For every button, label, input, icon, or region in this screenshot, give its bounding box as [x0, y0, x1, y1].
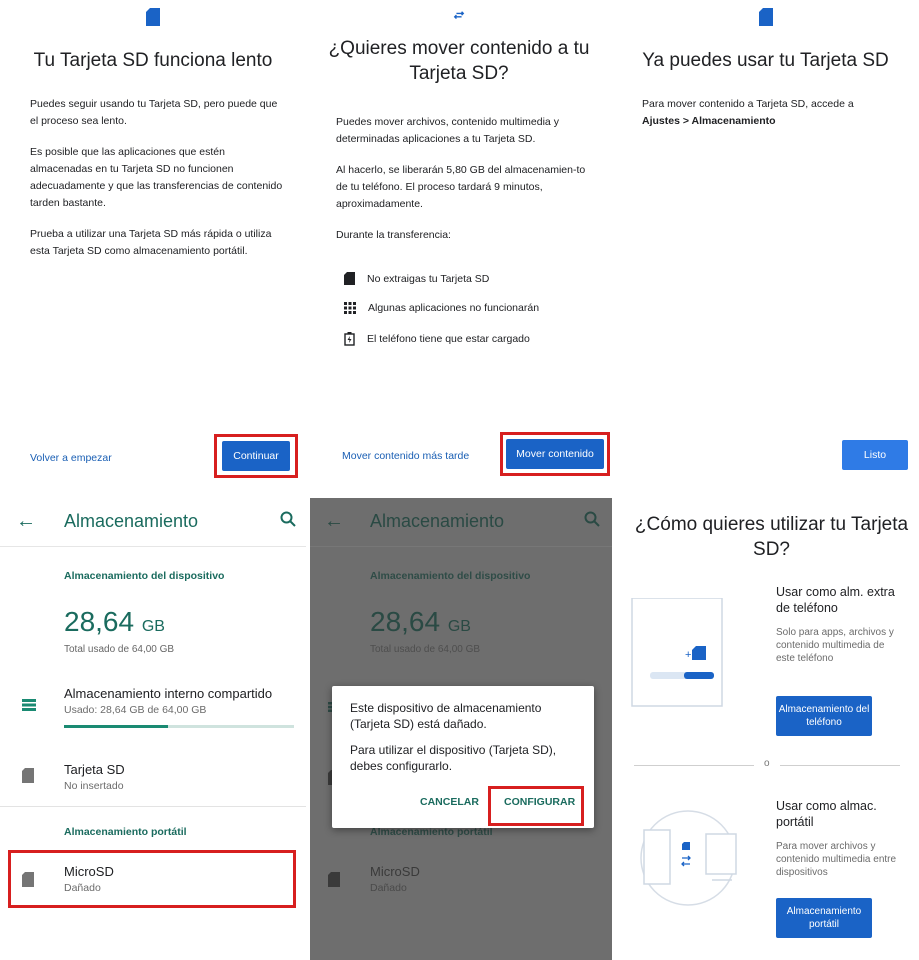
- portable-storage-illustration: [640, 810, 737, 906]
- back-arrow-icon[interactable]: ←: [324, 510, 344, 533]
- panel-storage-dialog: ← Almacenamiento Almacenamiento del disp…: [310, 498, 612, 960]
- paragraph: Durante la transferencia:: [336, 229, 451, 241]
- sd-card-icon: [328, 872, 340, 887]
- item-title: Tarjeta SD: [64, 762, 125, 777]
- paragraph: Prueba a utilizar una Tarjeta SD más ráp…: [30, 228, 272, 257]
- restart-button[interactable]: Volver a empezar: [30, 452, 112, 464]
- list-storage-icon: [22, 699, 36, 711]
- search-icon[interactable]: [584, 511, 600, 527]
- page-title: Ya puedes usar tu Tarjeta SD: [642, 50, 889, 71]
- panel-ready: Ya puedes usar tu Tarjeta SD Para mover …: [612, 0, 919, 490]
- body-text: Para mover contenido a Tarjeta SD, acced…: [642, 96, 897, 130]
- used-unit: GB: [141, 618, 165, 635]
- panel-choose-usage: ¿Cómo quieres utilizar tu Tarjeta SD? + …: [616, 498, 919, 960]
- section-header: Almacenamiento del dispositivo: [64, 570, 225, 582]
- list-item-text: Algunas aplicaciones no funcionarán: [368, 302, 540, 314]
- option-title: Usar como almac. portátil: [776, 799, 877, 829]
- sd-card-icon: [22, 768, 34, 783]
- sd-card-icon: [146, 8, 160, 26]
- portable-storage-button[interactable]: Almacenamiento portátil: [776, 898, 872, 938]
- panel-sd-slow: Tu Tarjeta SD funciona lento Puedes segu…: [0, 0, 306, 490]
- option-title: Usar como alm. extra de teléfono: [776, 585, 895, 615]
- divider: [780, 765, 900, 766]
- panel-storage: ← Almacenamiento Almacenamiento del disp…: [0, 498, 306, 960]
- item-title: MicroSD: [370, 864, 420, 879]
- page-title: ¿Cómo quieres utilizar tu Tarjeta SD?: [634, 514, 909, 560]
- paragraph: Para mover contenido a Tarjeta SD, acced…: [642, 98, 854, 110]
- option-description: Solo para apps, archivos y contenido mul…: [776, 627, 894, 664]
- list-item: El teléfono tiene que estar cargado: [344, 332, 530, 346]
- svg-text:+: +: [685, 649, 691, 661]
- item-subtitle: No insertado: [64, 780, 124, 792]
- item-subtitle: Dañado: [370, 882, 407, 894]
- section-header: Almacenamiento portátil: [64, 826, 187, 838]
- dialog-message: Este dispositivo de almacenamiento (Tarj…: [350, 701, 542, 731]
- highlight-box: [8, 850, 296, 908]
- app-bar-title: Almacenamiento: [64, 511, 199, 531]
- transfer-arrows-icon: [453, 11, 465, 20]
- dialog-message: Para utilizar el dispositivo (Tarjeta SD…: [350, 743, 557, 773]
- used-total: Total usado de 64,00 GB: [370, 644, 481, 655]
- panel-move-content: ¿Quieres mover contenido a tu Tarjeta SD…: [306, 0, 612, 490]
- used-unit: GB: [447, 618, 471, 635]
- back-arrow-icon[interactable]: ←: [16, 510, 36, 533]
- section-header: Almacenamiento del dispositivo: [370, 570, 531, 582]
- storage-progress-fill: [64, 725, 168, 728]
- page-title: ¿Quieres mover contenido a tu Tarjeta SD…: [328, 38, 590, 84]
- move-later-button[interactable]: Mover contenido más tarde: [342, 450, 469, 462]
- divider: [634, 765, 754, 766]
- page-title: Tu Tarjeta SD funciona lento: [33, 50, 273, 71]
- highlight-box: [214, 434, 298, 478]
- body-text: Puedes mover archivos, contenido multime…: [336, 114, 590, 258]
- or-separator: o: [764, 758, 770, 769]
- used-storage-value: 28,64 GB: [64, 606, 165, 638]
- body-text: Puedes seguir usando tu Tarjeta SD, pero…: [30, 96, 284, 274]
- list-item: No extraigas tu Tarjeta SD: [344, 272, 489, 285]
- highlight-box: [500, 432, 610, 476]
- app-bar: ← Almacenamiento: [0, 498, 306, 547]
- battery-charging-icon: [344, 332, 355, 346]
- used-total: Total usado de 64,00 GB: [64, 644, 175, 655]
- highlight-box: [488, 786, 584, 826]
- list-item: Algunas aplicaciones no funcionarán: [344, 302, 539, 314]
- cancel-button[interactable]: CANCELAR: [420, 796, 479, 808]
- settings-path: Ajustes > Almacenamiento: [642, 115, 776, 127]
- app-bar-title: Almacenamiento: [370, 511, 505, 531]
- app-bar: ← Almacenamiento: [310, 498, 612, 547]
- paragraph: Al hacerlo, se liberarán 5,80 GB del alm…: [336, 164, 586, 210]
- used-value: 28,64: [370, 606, 441, 637]
- storage-progress-track: [64, 725, 294, 728]
- apps-grid-icon: [344, 302, 356, 314]
- paragraph: Puedes mover archivos, contenido multime…: [336, 116, 559, 145]
- option-description: Para mover archivos y contenido multimed…: [776, 841, 897, 878]
- item-subtitle: Usado: 28,64 GB de 64,00 GB: [64, 704, 207, 716]
- sd-card-icon: [758, 8, 773, 26]
- search-icon[interactable]: [280, 511, 296, 527]
- done-button[interactable]: Listo: [842, 440, 908, 470]
- item-title: Almacenamiento interno compartido: [64, 686, 273, 701]
- paragraph: Es posible que las aplicaciones que esté…: [30, 146, 283, 209]
- sd-card-icon: [344, 272, 355, 285]
- list-item-text: No extraigas tu Tarjeta SD: [367, 272, 490, 285]
- paragraph: Puedes seguir usando tu Tarjeta SD, pero…: [30, 98, 278, 127]
- list-item-text: El teléfono tiene que estar cargado: [367, 333, 530, 345]
- divider: [0, 806, 306, 807]
- used-value: 28,64: [64, 606, 135, 637]
- phone-storage-illustration: +: [631, 598, 723, 707]
- used-storage-value: 28,64 GB: [370, 606, 471, 638]
- phone-storage-button[interactable]: Almacenamiento del teléfono: [776, 696, 872, 736]
